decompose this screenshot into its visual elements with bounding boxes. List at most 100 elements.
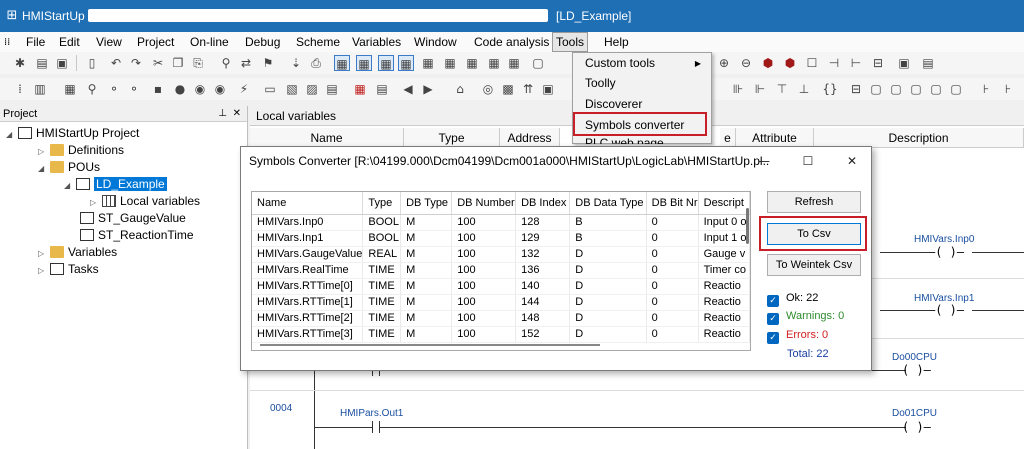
back-icon[interactable]: ◀	[400, 81, 416, 97]
paste-icon[interactable]: ⎘	[190, 55, 206, 71]
table-row[interactable]: HMIVars.GaugeValue REAL M 100 132 D 0 Gauge v	[252, 246, 750, 263]
view-8-icon[interactable]: ▦	[486, 55, 502, 71]
tree-st-gaugevalue[interactable]: ST_GaugeValue	[68, 210, 186, 227]
col-attribute[interactable]: Attribute	[736, 128, 814, 148]
table-row[interactable]: HMIVars.RTTime[2] TIME M 100 148 D 0 Reactio	[252, 310, 750, 327]
tool-z-icon[interactable]: ▢	[868, 81, 884, 97]
braces-icon[interactable]: {}	[822, 81, 838, 97]
col-e[interactable]: e	[720, 128, 736, 148]
menu-tools[interactable]: Tools	[552, 32, 589, 52]
view-3-icon[interactable]: ▦	[378, 55, 394, 71]
horizontal-scrollbar[interactable]	[260, 344, 600, 346]
ld-tool-6-icon[interactable]: ⊢	[848, 55, 864, 71]
view-7-icon[interactable]: ▦	[464, 55, 480, 71]
tool-aa-icon[interactable]: ▢	[888, 81, 904, 97]
tool-m-icon[interactable]: ▨	[304, 81, 320, 97]
col-type[interactable]: Type	[362, 192, 402, 215]
menu-item-custom-tools[interactable]: Custom tools ▶	[585, 54, 709, 73]
menu-online[interactable]: On-line	[190, 34, 229, 51]
collapse-icon[interactable]: ◢	[38, 160, 50, 177]
collapse-icon[interactable]: ◢	[6, 126, 18, 143]
col-name[interactable]: Name	[252, 192, 364, 215]
table-row[interactable]: HMIVars.Inp1 BOOL M 100 129 B 0 Input 1 o	[252, 230, 750, 247]
tree-pous[interactable]: ◢ POUs	[38, 159, 100, 176]
menu-debug[interactable]: Debug	[245, 34, 280, 51]
menu-item-plc-web-page[interactable]: PLC web page	[585, 136, 664, 144]
table-row[interactable]: HMIVars.RTTime[1] TIME M 100 144 D 0 Reactio	[252, 294, 750, 311]
download-icon[interactable]: ⇣	[288, 55, 304, 71]
tool-c-icon[interactable]: ▦	[62, 81, 78, 97]
expand-icon[interactable]: ▷	[38, 262, 50, 279]
tool-i-icon[interactable]: ◉	[192, 81, 208, 97]
tool-q-icon[interactable]: ◎	[480, 81, 496, 97]
tree-definitions[interactable]: ▷ Definitions	[38, 142, 124, 159]
coil[interactable]: ( )—	[902, 363, 931, 377]
view-2-icon[interactable]: ▦	[356, 55, 372, 71]
tree-ld-example[interactable]: ◢ LD_Example	[64, 176, 167, 193]
tool-f-icon[interactable]: ⚬	[126, 81, 142, 97]
menu-view[interactable]: View	[96, 34, 122, 51]
replace-icon[interactable]: ⇄	[238, 55, 254, 71]
save-icon[interactable]: ▣	[54, 55, 70, 71]
view-6-icon[interactable]: ▦	[442, 55, 458, 71]
tool-v-icon[interactable]: ⊩	[752, 81, 768, 97]
menu-project[interactable]: Project	[137, 34, 174, 51]
col-db-data-type[interactable]: DB Data Type	[569, 192, 647, 215]
tree-tasks[interactable]: ▷ Tasks	[38, 261, 99, 278]
tree-local-variables[interactable]: ▷ Local variables	[90, 193, 200, 210]
ld-tool-9-icon[interactable]: ▤	[920, 55, 936, 71]
col-db-bit-nr[interactable]: DB Bit Nr	[646, 192, 699, 215]
forward-icon[interactable]: ▶	[420, 81, 436, 97]
col-db-number[interactable]: DB Number	[451, 192, 517, 215]
view-9-icon[interactable]: ▦	[506, 55, 522, 71]
tool-b-icon[interactable]: ▥	[32, 81, 48, 97]
table-row[interactable]: HMIVars.RTTime[0] TIME M 100 140 D 0 Reactio	[252, 278, 750, 295]
tool-w-icon[interactable]: ⊤	[774, 81, 790, 97]
table-row[interactable]: HMIVars.RTTime[3] TIME M 100 152 D 0 Reactio	[252, 326, 750, 343]
view-10-icon[interactable]: ▢	[530, 55, 546, 71]
expand-icon[interactable]: ▷	[38, 143, 50, 160]
tool-j-icon[interactable]: ◉	[212, 81, 228, 97]
comment-icon[interactable]: ☐	[804, 55, 820, 71]
tool-s-icon[interactable]: ⇈	[520, 81, 536, 97]
menu-edit[interactable]: Edit	[59, 34, 80, 51]
tool-o-icon[interactable]: ▤	[374, 81, 390, 97]
view-4-icon[interactable]: ▦	[398, 55, 414, 71]
tool-h-icon[interactable]: ●	[172, 81, 188, 97]
tool-k-icon[interactable]: ▭	[262, 81, 278, 97]
menu-item-toolly[interactable]: Toolly	[585, 74, 616, 93]
vertical-scrollbar[interactable]	[746, 208, 749, 244]
tool-d-icon[interactable]: ⚲	[84, 81, 100, 97]
tool-ac-icon[interactable]: ▢	[928, 81, 944, 97]
coil[interactable]: —( )—	[928, 303, 964, 317]
expand-icon[interactable]: ▷	[38, 245, 50, 262]
bookmark-icon[interactable]: ⚑	[260, 55, 276, 71]
tree-variables[interactable]: ▷ Variables	[38, 244, 117, 261]
grid-icon[interactable]: ▦	[352, 81, 368, 97]
close-icon[interactable]: ✕	[233, 106, 241, 122]
col-description[interactable]: Descript	[698, 192, 750, 215]
tool-ae-icon[interactable]: ⊦	[978, 81, 994, 97]
ld-tool-4-icon[interactable]: ⬢	[782, 55, 798, 71]
to-weintek-csv-button[interactable]: To Weintek Csv	[767, 254, 861, 276]
pin-icon[interactable]: ⊥	[218, 106, 227, 122]
find-icon[interactable]: ⚲	[218, 55, 234, 71]
menu-code-analysis[interactable]: Code analysis	[474, 34, 549, 51]
undo-icon[interactable]: ↶	[108, 55, 124, 71]
ld-tool-8-icon[interactable]: ▣	[896, 55, 912, 71]
ld-tool-5-icon[interactable]: ⊣	[826, 55, 842, 71]
new-icon[interactable]: ✱	[12, 55, 28, 71]
tool-g-icon[interactable]: ▪	[150, 81, 166, 97]
menu-window[interactable]: Window	[414, 34, 457, 51]
tool-r-icon[interactable]: ▩	[500, 81, 516, 97]
expand-icon[interactable]: ▷	[90, 194, 102, 211]
col-db-index[interactable]: DB Index	[515, 192, 571, 215]
tool-x-icon[interactable]: ⊥	[796, 81, 812, 97]
menu-help[interactable]: Help	[604, 34, 629, 51]
col-description[interactable]: Description	[814, 128, 1024, 148]
open-icon[interactable]: ▤	[34, 55, 50, 71]
printer-icon[interactable]: ⎙	[308, 55, 324, 71]
ld-tool-1-icon[interactable]: ⊕	[716, 55, 732, 71]
warnings-count[interactable]: ✓ Warnings: 0	[767, 310, 844, 325]
ld-tool-2-icon[interactable]: ⊖	[738, 55, 754, 71]
